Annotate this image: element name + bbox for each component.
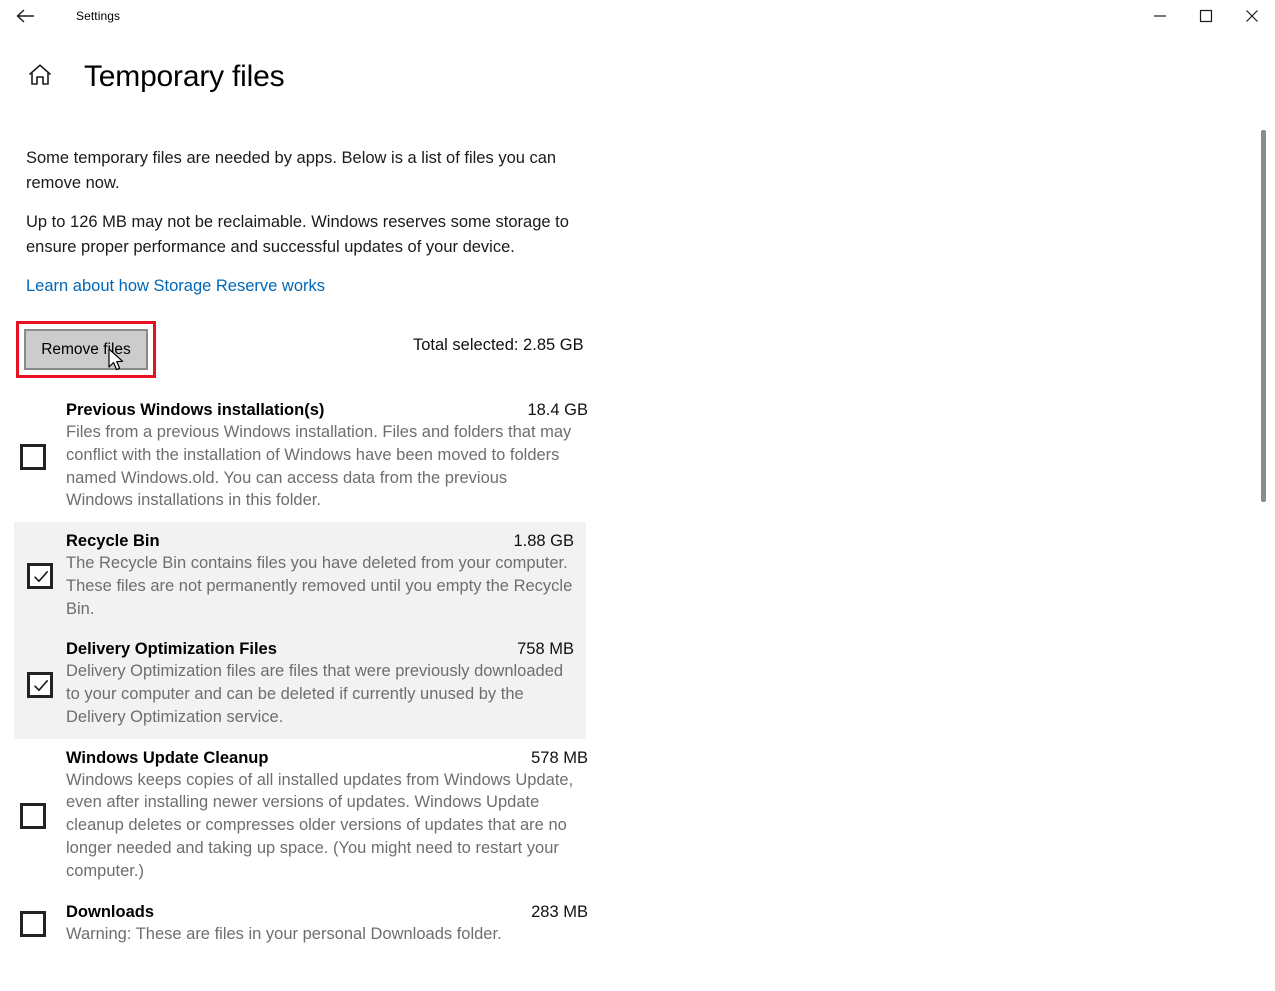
file-size: 1.88 GB — [513, 532, 574, 551]
file-head: Recycle Bin 1.88 GB — [66, 532, 574, 551]
title-bar: Settings — [0, 0, 1275, 32]
back-button[interactable] — [4, 0, 48, 32]
maximize-icon — [1199, 9, 1213, 23]
file-name: Downloads — [66, 902, 155, 921]
file-size: 18.4 GB — [527, 401, 588, 420]
temporary-files-list: Previous Windows installation(s) 18.4 GB… — [0, 391, 600, 955]
file-size: 578 MB — [531, 748, 588, 767]
home-button[interactable] — [24, 61, 56, 93]
minimize-icon — [1153, 10, 1167, 22]
list-item[interactable]: Recycle Bin 1.88 GB The Recycle Bin cont… — [14, 522, 586, 630]
remove-files-button[interactable]: Remove files — [24, 329, 148, 371]
list-item[interactable]: Downloads 283 MB Warning: These are file… — [0, 893, 600, 956]
file-size: 283 MB — [531, 902, 588, 921]
scrollbar-track[interactable] — [1257, 130, 1269, 991]
file-body: Previous Windows installation(s) 18.4 GB… — [66, 401, 600, 512]
checkbox-downloads[interactable] — [20, 910, 46, 937]
file-size: 758 MB — [517, 640, 574, 659]
checkbox-previous-windows[interactable] — [20, 443, 46, 470]
intro-paragraph-2: Up to 126 MB may not be reclaimable. Win… — [26, 213, 569, 257]
file-group-windows-update-cleanup: Windows Update Cleanup 578 MB Windows ke… — [0, 739, 600, 893]
list-item[interactable]: Windows Update Cleanup 578 MB Windows ke… — [0, 739, 600, 893]
content-area: Some temporary files are needed by apps.… — [0, 146, 1244, 991]
close-icon — [1245, 9, 1259, 23]
checkbox-cell[interactable] — [0, 443, 66, 470]
file-body: Downloads 283 MB Warning: These are file… — [66, 903, 600, 946]
checkbox-delivery-optimization[interactable] — [27, 671, 53, 698]
list-item[interactable]: Previous Windows installation(s) 18.4 GB… — [0, 391, 600, 522]
file-name: Delivery Optimization Files — [66, 640, 277, 659]
file-name: Previous Windows installation(s) — [66, 401, 325, 420]
file-description: The Recycle Bin contains files you have … — [66, 554, 573, 618]
window-controls — [1137, 0, 1275, 32]
minimize-button[interactable] — [1137, 0, 1183, 32]
file-group-previous-windows: Previous Windows installation(s) 18.4 GB… — [0, 391, 600, 522]
file-head: Delivery Optimization Files 758 MB — [66, 640, 574, 659]
intro-paragraph-1: Some temporary files are needed by apps.… — [26, 149, 557, 193]
file-group-downloads: Downloads 283 MB Warning: These are file… — [0, 893, 600, 956]
file-body: Windows Update Cleanup 578 MB Windows ke… — [66, 749, 600, 883]
scrollbar-thumb[interactable] — [1261, 130, 1266, 502]
checkbox-windows-update-cleanup[interactable] — [20, 802, 46, 829]
app-title: Settings — [76, 9, 121, 23]
file-body: Delivery Optimization Files 758 MB Deliv… — [66, 640, 586, 728]
checkbox-cell[interactable] — [0, 910, 66, 937]
page-title: Temporary files — [84, 60, 285, 93]
file-name: Recycle Bin — [66, 532, 160, 551]
file-head: Downloads 283 MB — [66, 903, 588, 922]
file-body: Recycle Bin 1.88 GB The Recycle Bin cont… — [66, 532, 586, 620]
page-header: Temporary files — [0, 60, 285, 94]
list-item[interactable]: Delivery Optimization Files 758 MB Deliv… — [14, 630, 586, 738]
file-name: Windows Update Cleanup — [66, 748, 269, 767]
back-arrow-icon — [15, 7, 37, 25]
file-head: Windows Update Cleanup 578 MB — [66, 749, 588, 768]
file-description: Warning: These are files in your persona… — [66, 924, 502, 943]
total-selected-label: Total selected: 2.85 GB — [413, 336, 584, 355]
file-head: Previous Windows installation(s) 18.4 GB — [66, 401, 588, 420]
maximize-button[interactable] — [1183, 0, 1229, 32]
home-icon — [26, 62, 54, 93]
file-description: Files from a previous Windows installati… — [66, 423, 572, 510]
storage-reserve-link[interactable]: Learn about how Storage Reserve works — [26, 277, 325, 295]
intro-text-block: Some temporary files are needed by apps.… — [26, 146, 586, 299]
file-group-highlighted: Recycle Bin 1.88 GB The Recycle Bin cont… — [14, 522, 586, 739]
checkbox-cell[interactable] — [14, 671, 66, 698]
action-row: Remove files Total selected: 2.85 GB — [0, 319, 1244, 389]
file-description: Delivery Optimization files are files th… — [66, 662, 564, 726]
checkbox-cell[interactable] — [0, 802, 66, 829]
close-button[interactable] — [1229, 0, 1275, 32]
file-description: Windows keeps copies of all installed up… — [66, 770, 574, 880]
checkbox-cell[interactable] — [14, 563, 66, 590]
checkbox-recycle-bin[interactable] — [27, 563, 53, 590]
